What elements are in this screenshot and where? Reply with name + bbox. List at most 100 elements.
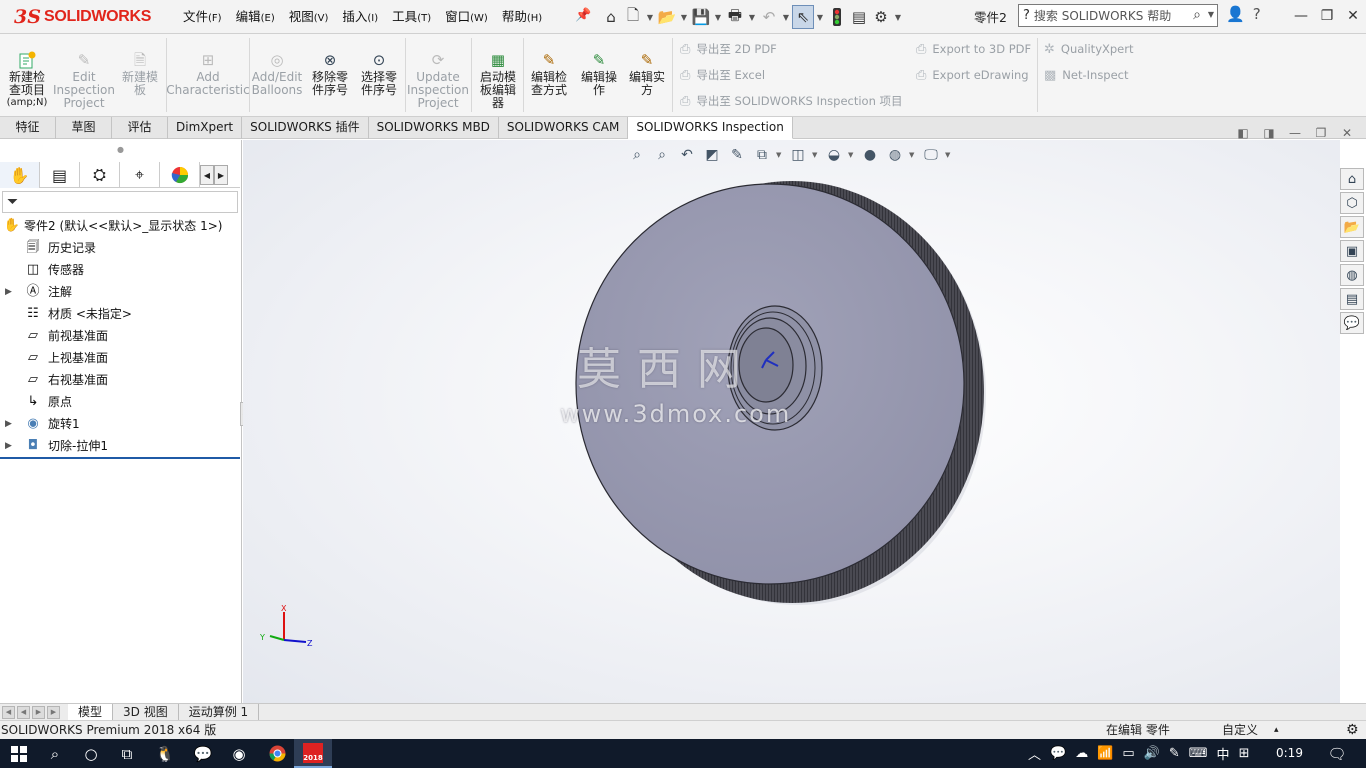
solidworks-logo[interactable]: 3S SOLIDWORKS: [14, 4, 151, 30]
tab-features[interactable]: 特征: [0, 117, 56, 139]
sw-resources-icon[interactable]: ⌂: [1340, 168, 1364, 190]
tree-item-history[interactable]: 🗐 历史记录: [0, 237, 240, 259]
hide-show-dropdown-icon[interactable]: ▼: [848, 151, 856, 159]
windows-start-icon[interactable]: [0, 739, 38, 768]
viewport-restore-icon[interactable]: ❐: [1312, 124, 1330, 142]
new-document-icon[interactable]: 🗋: [622, 5, 644, 29]
forum-icon[interactable]: 💬: [1340, 312, 1364, 334]
tray-ime-mode-icon[interactable]: ⊞: [1239, 746, 1250, 761]
export-excel-button[interactable]: ⎙ 导出至 Excel: [680, 65, 765, 85]
tab-dimxpert[interactable]: DimXpert: [168, 117, 243, 139]
hide-show-items-icon[interactable]: ◒: [823, 146, 845, 164]
tab-next-icon[interactable]: ▶: [32, 705, 45, 719]
view-settings-dropdown-icon[interactable]: ▼: [945, 151, 953, 159]
menu-view[interactable]: 视图(V): [282, 7, 336, 27]
tab-sketch[interactable]: 草图: [56, 117, 112, 139]
tab-prev-icon[interactable]: ◀: [17, 705, 30, 719]
new-dropdown-icon[interactable]: ▼: [644, 5, 656, 29]
status-options-icon[interactable]: ⚙: [1346, 721, 1359, 739]
tray-keyboard-icon[interactable]: ⌨: [1189, 746, 1208, 761]
undo-dropdown-icon[interactable]: ▼: [780, 5, 792, 29]
select-dropdown-icon[interactable]: ▼: [814, 5, 826, 29]
edit-inspection-project-button[interactable]: ✎ Edit Inspection Project: [53, 34, 115, 114]
display-style-icon[interactable]: ◫: [787, 146, 809, 164]
tab-first-icon[interactable]: ◀: [2, 705, 15, 719]
edit-instance-button[interactable]: ✎ 编辑实 方: [624, 34, 670, 114]
edit-operation-button[interactable]: ✎ 编辑操 作: [576, 34, 622, 114]
zoom-to-area-icon[interactable]: ⌕: [651, 146, 673, 164]
file-properties-icon[interactable]: ▤: [848, 5, 870, 29]
propertymanager-tab-icon[interactable]: ▤: [40, 162, 80, 188]
tree-item-material[interactable]: ☷ 材质 <未指定>: [0, 303, 240, 325]
tabs-scroll-left-icon[interactable]: ◀: [200, 165, 214, 185]
tab-model[interactable]: 模型: [68, 703, 114, 721]
next-view-icon[interactable]: ◨: [1260, 124, 1278, 142]
unit-caret-icon[interactable]: ▴: [1274, 721, 1279, 739]
tab-sw-mbd[interactable]: SOLIDWORKS MBD: [369, 117, 499, 139]
save-icon[interactable]: 💾: [690, 5, 712, 29]
launch-template-editor-button[interactable]: ▦ 启动模 板编辑 器: [474, 34, 522, 114]
tab-sw-inspection[interactable]: SOLIDWORKS Inspection: [628, 117, 793, 139]
save-dropdown-icon[interactable]: ▼: [712, 5, 724, 29]
new-inspection-project-button[interactable]: 新建检 查项目 (amp;N): [4, 34, 50, 114]
solidworks-taskbar-icon[interactable]: 2018: [294, 739, 332, 768]
section-view-icon[interactable]: ◩: [701, 146, 723, 164]
expand-arrow-icon[interactable]: ▶: [5, 413, 12, 435]
display-style-dropdown-icon[interactable]: ▼: [812, 151, 820, 159]
minimize-icon[interactable]: —: [1288, 4, 1314, 28]
tree-item-origin[interactable]: ↳ 原点: [0, 391, 240, 413]
tab-evaluate[interactable]: 评估: [112, 117, 168, 139]
dimxpertmanager-tab-icon[interactable]: ⌖: [120, 162, 160, 188]
add-edit-balloons-button[interactable]: ◎ Add/Edit Balloons: [252, 34, 303, 114]
restore-icon[interactable]: ❐: [1314, 4, 1340, 28]
export-edrawing-button[interactable]: ⎙ Export eDrawing: [916, 65, 1029, 85]
design-library-icon[interactable]: ⬡: [1340, 192, 1364, 214]
menu-edit[interactable]: 编辑(E): [229, 7, 282, 27]
tree-item-sensors[interactable]: ◫ 传感器: [0, 259, 240, 281]
add-characteristic-button[interactable]: ⊞ Add Characteristic: [166, 34, 249, 114]
taskbar-clock[interactable]: 0:19: [1276, 739, 1303, 768]
taskbar-search-icon[interactable]: ⌕: [36, 739, 74, 768]
select-cursor-icon[interactable]: ⇖: [792, 5, 814, 29]
options-gear-icon[interactable]: ⚙: [870, 5, 892, 29]
edit-inspection-method-button[interactable]: ✎ 编辑检 查方式: [526, 34, 572, 114]
previous-view-icon[interactable]: ◧: [1234, 124, 1252, 142]
tree-item-right-plane[interactable]: ▱ 右视基准面: [0, 369, 240, 391]
menu-file[interactable]: 文件(F): [176, 7, 229, 27]
chrome-icon[interactable]: [258, 739, 296, 768]
qq-icon[interactable]: 🐧: [146, 739, 184, 768]
netease-music-icon[interactable]: ◉: [220, 739, 258, 768]
panel-grip[interactable]: ●: [0, 140, 241, 159]
viewport-close-icon[interactable]: ✕: [1338, 124, 1356, 142]
tray-ime-label[interactable]: 中: [1217, 744, 1230, 763]
select-part-number-button[interactable]: ⊙ 选择零 件序号: [356, 34, 402, 114]
search-icon[interactable]: ⌕: [1193, 7, 1201, 23]
menu-help[interactable]: 帮助(H): [495, 7, 549, 27]
tree-filter[interactable]: ⏷: [2, 191, 238, 213]
task-view-icon[interactable]: ⧉: [108, 739, 146, 768]
previous-view-icon[interactable]: ↶: [676, 146, 698, 164]
edit-appearance-icon[interactable]: ●: [859, 146, 881, 164]
view-palette-icon[interactable]: ▣: [1340, 240, 1364, 262]
tree-item-revolve1[interactable]: ▶ ◉ 旋转1: [0, 413, 240, 435]
search-dropdown-icon[interactable]: ▼: [1208, 10, 1214, 19]
tray-volume-icon[interactable]: 🔊: [1144, 746, 1160, 761]
open-dropdown-icon[interactable]: ▼: [678, 5, 690, 29]
help-search-box[interactable]: ? 搜索 SOLIDWORKS 帮助 ⌕ ▼: [1018, 4, 1218, 27]
pin-menu-icon[interactable]: 📌: [575, 8, 591, 23]
view-orientation-dropdown-icon[interactable]: ▼: [776, 151, 784, 159]
action-center-icon[interactable]: 🗨: [1322, 739, 1352, 768]
tab-sw-cam[interactable]: SOLIDWORKS CAM: [499, 117, 629, 139]
tab-last-icon[interactable]: ▶: [47, 705, 60, 719]
print-icon[interactable]: 🖶: [724, 5, 746, 29]
rollback-bar[interactable]: [0, 457, 240, 459]
qualityxpert-button[interactable]: ✲ QualityXpert: [1044, 39, 1134, 59]
zoom-to-fit-icon[interactable]: ⌕: [626, 146, 648, 164]
dynamic-annotation-icon[interactable]: ✎: [726, 146, 748, 164]
apply-scene-dropdown-icon[interactable]: ▼: [909, 151, 917, 159]
export-2d-pdf-button[interactable]: ⎙ 导出至 2D PDF: [680, 39, 777, 59]
tree-item-annotations[interactable]: ▶ Ⓐ 注解: [0, 281, 240, 303]
view-settings-icon[interactable]: 🖵: [920, 146, 942, 164]
print-dropdown-icon[interactable]: ▼: [746, 5, 758, 29]
tabs-scroll-right-icon[interactable]: ▶: [214, 165, 228, 185]
